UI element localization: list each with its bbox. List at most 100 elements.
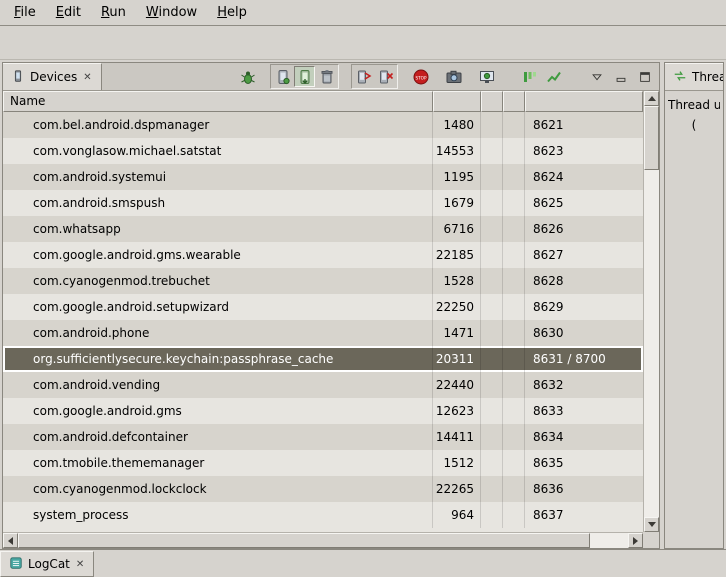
table-row[interactable]: com.whatsapp67168626 <box>3 216 643 242</box>
process-pid: 1528 <box>433 268 481 294</box>
close-icon[interactable]: ✕ <box>82 72 92 83</box>
table-row[interactable]: com.cyanogenmod.lockclock222658636 <box>3 476 643 502</box>
tab-devices[interactable]: Devices ✕ <box>3 63 102 90</box>
start-method-profiling-icon[interactable] <box>375 66 396 87</box>
spacer-cell <box>503 164 525 190</box>
column-header-port[interactable] <box>525 91 643 112</box>
process-name: com.android.smspush <box>3 190 433 216</box>
process-name: com.android.phone <box>3 320 433 346</box>
process-port: 8636 <box>525 476 643 502</box>
devices-view: Devices ✕ <box>2 62 660 549</box>
vertical-scrollbar[interactable] <box>643 91 659 532</box>
column-header-spacer[interactable] <box>503 91 525 112</box>
spacer-cell <box>503 112 525 138</box>
opengl-trace-icon[interactable] <box>543 66 564 87</box>
update-threads-icon[interactable] <box>353 66 374 87</box>
table-row[interactable]: com.bel.android.dspmanager14808621 <box>3 112 643 138</box>
process-name: com.vonglasow.michael.satstat <box>3 138 433 164</box>
screen-capture-icon[interactable] <box>443 66 464 87</box>
logcat-view: LogCat ✕ <box>0 549 726 577</box>
spacer-cell <box>503 372 525 398</box>
debug-icon[interactable] <box>237 66 258 87</box>
process-port: 8625 <box>525 190 643 216</box>
process-pid: 1195 <box>433 164 481 190</box>
vertical-scrollbar-thumb[interactable] <box>644 106 659 170</box>
process-name: com.android.vending <box>3 372 433 398</box>
cause-gc-icon[interactable] <box>316 66 337 87</box>
process-port: 8624 <box>525 164 643 190</box>
vertical-scrollbar-track[interactable] <box>644 170 659 517</box>
process-pid: 964 <box>433 502 481 528</box>
table-row[interactable]: com.android.defcontainer144118634 <box>3 424 643 450</box>
scroll-left-icon[interactable] <box>3 533 18 548</box>
spacer-cell <box>481 502 503 528</box>
menu-run[interactable]: Run <box>92 2 135 23</box>
process-port: 8629 <box>525 294 643 320</box>
spacer-cell <box>503 190 525 216</box>
process-pid: 22265 <box>433 476 481 502</box>
menu-file[interactable]: File <box>5 2 45 23</box>
spacer-cell <box>503 346 525 372</box>
table-row[interactable]: com.android.systemui1195 8624 <box>3 164 643 190</box>
spacer-cell <box>503 242 525 268</box>
table-row[interactable]: com.tmobile.thememanager15128635 <box>3 450 643 476</box>
menu-window[interactable]: Window <box>137 2 206 23</box>
logcat-icon <box>9 556 23 573</box>
threads-toolbar-group <box>351 64 398 89</box>
process-pid: 1512 <box>433 450 481 476</box>
table-row[interactable]: com.vonglasow.michael.satstat145538623 <box>3 138 643 164</box>
column-header-name[interactable]: Name <box>3 91 433 112</box>
menu-help[interactable]: Help <box>208 2 256 23</box>
horizontal-scrollbar-thumb[interactable] <box>18 533 590 548</box>
scroll-down-icon[interactable] <box>644 517 659 532</box>
dump-hprof-icon[interactable] <box>294 66 315 87</box>
process-pid: 20311 <box>433 346 481 372</box>
table-row[interactable]: org.sufficientlysecure.keychain:passphra… <box>3 346 643 372</box>
table-row[interactable]: com.google.android.gms.wearable221858627 <box>3 242 643 268</box>
stop-process-icon[interactable]: STOP <box>410 66 431 87</box>
tab-threads[interactable]: Threads ✕ <box>665 63 724 90</box>
spacer-cell <box>503 138 525 164</box>
spacer-cell <box>481 346 503 372</box>
process-port: 8637 <box>525 502 643 528</box>
process-name: com.android.systemui <box>3 164 433 190</box>
scroll-right-icon[interactable] <box>628 533 643 548</box>
table-row[interactable]: system_process9648637 <box>3 502 643 528</box>
spacer-cell <box>503 398 525 424</box>
svg-text:STOP: STOP <box>415 75 427 80</box>
screen-record-icon[interactable] <box>476 66 497 87</box>
table-row[interactable]: com.android.phone14718630 <box>3 320 643 346</box>
menu-edit[interactable]: Edit <box>47 2 90 23</box>
threads-content: Thread up ( <box>665 91 723 140</box>
horizontal-scrollbar[interactable] <box>3 532 643 548</box>
column-header-pid[interactable] <box>433 91 481 112</box>
process-port: 8634 <box>525 424 643 450</box>
table-column-header: Name <box>3 91 643 112</box>
update-heap-icon[interactable] <box>272 66 293 87</box>
table-row[interactable]: com.android.vending224408632 <box>3 372 643 398</box>
table-rows: com.bel.android.dspmanager14808621com.vo… <box>3 112 643 532</box>
process-pid: 12623 <box>433 398 481 424</box>
table-row[interactable]: com.google.android.gms126238633 <box>3 398 643 424</box>
process-name: com.google.android.gms <box>3 398 433 424</box>
devices-table-main: Name com.bel.android.dspmanager14808621c… <box>3 91 643 532</box>
table-row[interactable]: com.android.smspush16798625 <box>3 190 643 216</box>
close-icon[interactable]: ✕ <box>75 559 85 570</box>
spacer-cell <box>481 424 503 450</box>
spacer-cell <box>503 424 525 450</box>
horizontal-scrollbar-track[interactable] <box>590 533 628 548</box>
maximize-icon[interactable] <box>634 66 655 87</box>
table-row[interactable]: com.google.android.setupwizard222508629 <box>3 294 643 320</box>
threads-view-header: Threads ✕ <box>665 63 723 91</box>
tab-logcat[interactable]: LogCat ✕ <box>0 551 94 577</box>
scroll-up-icon[interactable] <box>644 91 659 106</box>
view-menu-icon[interactable] <box>586 66 607 87</box>
minimize-icon[interactable] <box>610 66 631 87</box>
systrace-icon[interactable] <box>519 66 540 87</box>
tab-devices-label: Devices <box>30 70 77 84</box>
threads-view: Threads ✕ Thread up ( <box>664 62 724 549</box>
spacer-cell <box>503 268 525 294</box>
table-row[interactable]: com.cyanogenmod.trebuchet15288628 <box>3 268 643 294</box>
spacer-cell <box>481 112 503 138</box>
column-header-spacer[interactable] <box>481 91 503 112</box>
